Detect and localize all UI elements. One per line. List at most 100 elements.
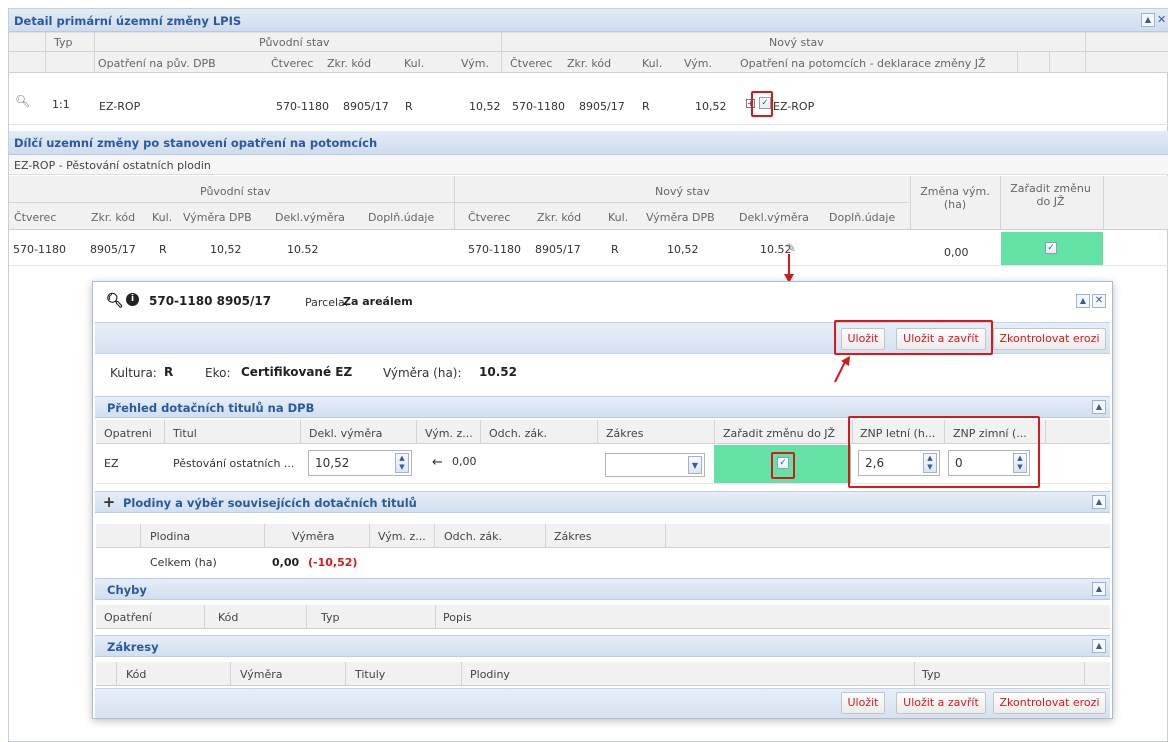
- row-new-opatreni: EZ-ROP: [773, 100, 815, 113]
- col-header: Výměra DPB: [183, 211, 252, 224]
- close-icon[interactable]: ✕: [1092, 294, 1106, 308]
- col-header: Typ: [321, 611, 340, 624]
- col-header: Plodina: [150, 530, 191, 543]
- zakres-select[interactable]: ▼: [605, 453, 705, 477]
- eko-value: Certifikované EZ: [241, 365, 353, 379]
- check-erosion-button[interactable]: Zkontrolovat erozi: [993, 692, 1106, 714]
- col-header: Zařadit změnu do JŽ: [723, 427, 836, 440]
- close-icon[interactable]: ✕: [1157, 13, 1166, 26]
- col-header: Vým.: [684, 57, 712, 70]
- search-icon[interactable]: 🔍︎: [106, 293, 124, 309]
- info-icon[interactable]: i: [126, 293, 139, 306]
- collapse-icon[interactable]: ▲: [1092, 400, 1106, 414]
- col-header: Čtverec: [14, 211, 57, 224]
- row-vymera: 10,52: [210, 243, 242, 256]
- col-header: Kul.: [608, 211, 629, 224]
- col-header: Kul.: [642, 57, 663, 70]
- zakresy-title: Zákresy: [107, 640, 159, 654]
- row-kul: R: [405, 100, 413, 113]
- col-header: Vým.: [461, 57, 489, 70]
- col-header: Plodiny: [470, 668, 510, 681]
- chevron-down-icon[interactable]: ▼: [688, 456, 702, 474]
- table-row[interactable]: [9, 230, 1168, 266]
- row-new-kod: 8905/17: [535, 243, 581, 256]
- col-header: Doplň.údaje: [829, 211, 896, 224]
- save-button[interactable]: Uložit: [841, 692, 885, 714]
- col-header: Zkr. kód: [91, 211, 136, 224]
- col-header: Čtverec: [468, 211, 511, 224]
- col-header: Dekl. výměra: [309, 427, 383, 440]
- col-typ: Typ: [54, 36, 73, 49]
- group-novy: Nový stav: [655, 185, 710, 198]
- col-header: Tituly: [355, 668, 386, 681]
- col-header: Typ: [922, 668, 941, 681]
- check-erosion-button[interactable]: Zkontrolovat erozi: [993, 328, 1106, 350]
- add-icon[interactable]: +: [100, 493, 118, 511]
- stepper-arrows-icon[interactable]: ▲ ▼: [395, 453, 409, 473]
- row-opatreni: EZ: [104, 457, 119, 470]
- col-header: Vým. z...: [378, 530, 426, 543]
- save-close-button[interactable]: Uložit a zavřít: [896, 692, 986, 714]
- col-header: Zkr. kód: [567, 57, 612, 70]
- group-puvodni: Původní stav: [200, 185, 271, 198]
- parcela-label: Parcela:: [305, 296, 349, 309]
- dotace-title: Přehled dotačních titulů na DPB: [107, 401, 315, 415]
- zaradit-checkbox[interactable]: ✓: [1045, 242, 1057, 254]
- row-new-ctverec: 570-1180: [512, 100, 565, 113]
- table-row[interactable]: [9, 73, 1168, 125]
- col-header: Zákres: [606, 427, 644, 440]
- search-icon[interactable]: 🔍︎: [15, 94, 30, 108]
- row-titul: Pěstování ostatních ...: [173, 457, 295, 470]
- collapse-icon[interactable]: ▲: [1141, 13, 1155, 27]
- collapse-icon[interactable]: ▲: [1092, 495, 1106, 509]
- col-header: Opatreni: [104, 427, 152, 440]
- main-panel-title: Detail primární územní změny LPIS: [14, 14, 242, 28]
- col-header: Zkr. kód: [537, 211, 582, 224]
- chyby-title: Chyby: [107, 583, 147, 597]
- dekl-vymera-stepper[interactable]: 10,52 ▲ ▼: [308, 450, 412, 476]
- vymera-label: Výměra (ha):: [383, 366, 462, 380]
- parcela-value: Za areálem: [343, 295, 413, 308]
- highlight-box: [751, 91, 773, 117]
- col-header: Dekl.výměra: [275, 211, 345, 224]
- row-new-ctverec: 570-1180: [468, 243, 521, 256]
- group-novy: Nový stav: [769, 36, 824, 49]
- col-header: Opatření: [104, 611, 152, 624]
- dialog-title: 570-1180 8905/17: [149, 294, 272, 308]
- row-new-vym: 10,52: [695, 100, 727, 113]
- row-vym: 10,52: [469, 100, 501, 113]
- col-header: Kód: [218, 611, 239, 624]
- row-new-kul: R: [611, 243, 619, 256]
- eko-label: Eko:: [205, 366, 231, 380]
- highlight-box: [848, 416, 1040, 488]
- col-header: Opatření na pův. DPB: [98, 57, 216, 70]
- col-header: Kul.: [404, 57, 425, 70]
- row-kod: 8905/17: [343, 100, 389, 113]
- group-puvodni: Původní stav: [259, 36, 330, 49]
- stepper-value: 10,52: [315, 456, 350, 470]
- col-zmena: Změna vým. (ha): [920, 185, 990, 211]
- kultura-label: Kultura:: [110, 366, 157, 380]
- collapse-icon[interactable]: ▲: [1092, 639, 1106, 653]
- col-header: Zkr. kód: [327, 57, 372, 70]
- col-header: Titul: [173, 427, 197, 440]
- col-header: Výměra: [292, 530, 335, 543]
- col-header: Popis: [443, 611, 472, 624]
- collapse-icon[interactable]: ▲: [1076, 294, 1090, 308]
- col-header: Výměra DPB: [646, 211, 715, 224]
- col-header: Opatření na potomcích - deklarace změny …: [740, 57, 986, 70]
- vymera-value: 10.52: [479, 365, 517, 379]
- col-header: Dekl.výměra: [739, 211, 809, 224]
- total-value: 0,00: [272, 556, 300, 569]
- row-new-kul: R: [642, 100, 650, 113]
- col-header: Odch. zák.: [489, 427, 548, 440]
- col-header: Zákres: [554, 530, 592, 543]
- col-zaradit: Zařadit změnu do JŽ: [1010, 182, 1091, 208]
- arrow-up-icon: [834, 356, 850, 383]
- row-typ: 1:1: [52, 98, 70, 111]
- row-dekl: 10.52: [287, 243, 319, 256]
- edit-icon[interactable]: ✎: [786, 241, 796, 255]
- total-diff: (-10,52): [308, 556, 358, 569]
- collapse-icon[interactable]: ▲: [1092, 582, 1106, 596]
- col-header: Kód: [126, 668, 147, 681]
